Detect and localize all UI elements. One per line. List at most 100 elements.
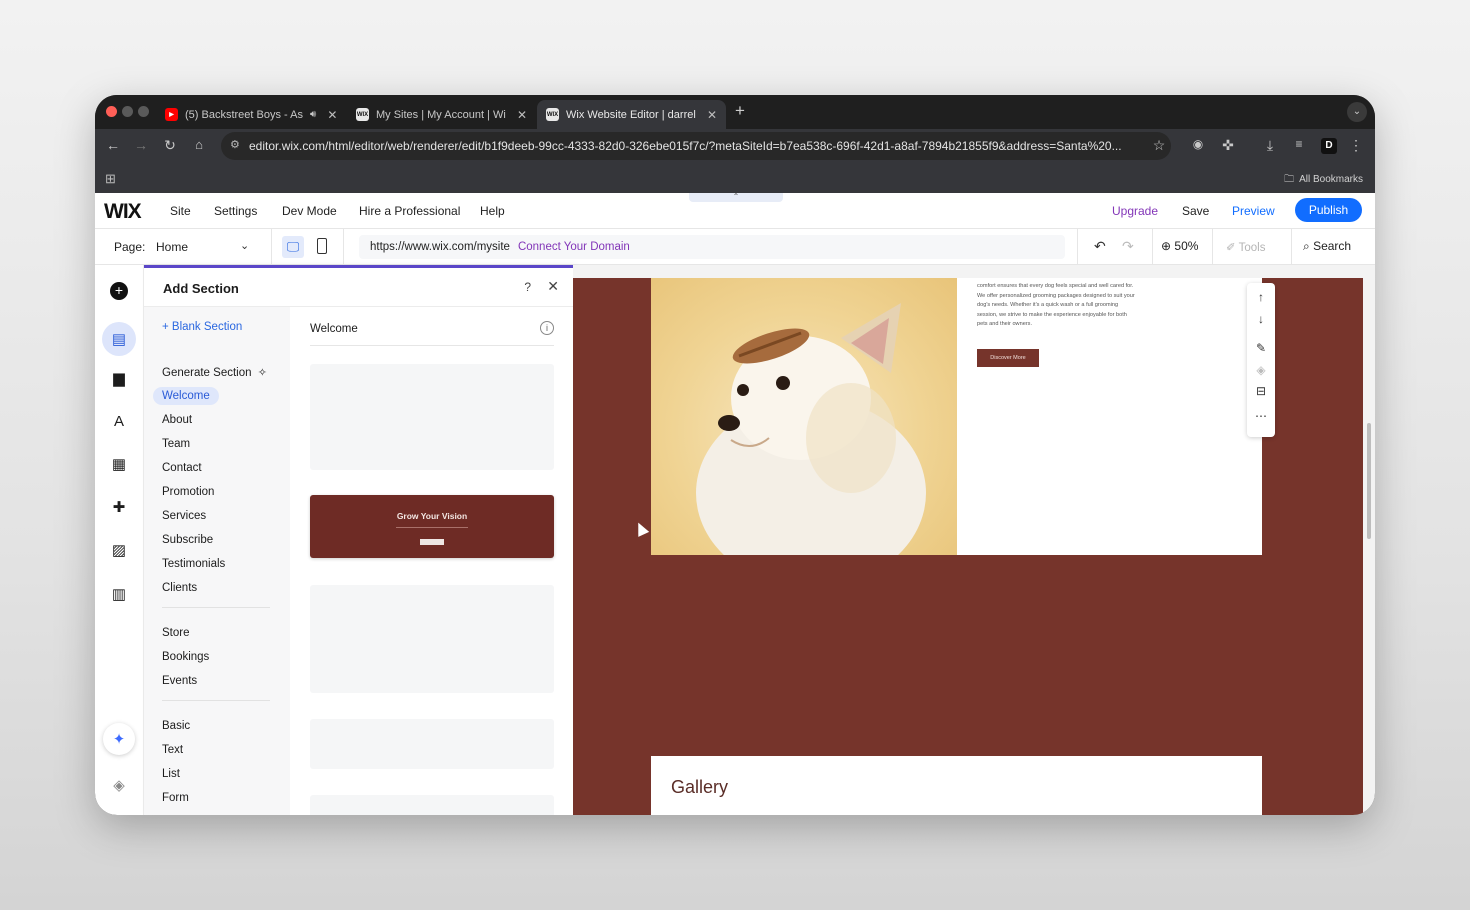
profile-avatar[interactable]: D [1321,138,1337,154]
section-preview-card[interactable] [310,585,554,693]
save-button[interactable]: Save [1182,204,1209,218]
gallery-title[interactable]: Gallery [671,777,728,798]
search-button[interactable]: ⌕ Search [1303,239,1351,254]
all-bookmarks-folder[interactable]: 🗀︎ All Bookmarks [1284,172,1363,189]
apps-grid-icon[interactable]: ⊞ [105,171,116,187]
canvas-scrollbar[interactable] [1367,423,1371,539]
category-bookings[interactable]: Bookings [162,651,209,663]
close-tab-icon[interactable]: ✕ [517,108,527,122]
more-options-icon[interactable]: ⋯ [1247,409,1275,423]
zoom-control[interactable]: ⊕ 50% [1161,239,1198,253]
layers-icon[interactable]: ◈ [107,773,131,797]
category-events[interactable]: Events [162,675,197,687]
close-tab-icon[interactable]: ✕ [327,108,337,122]
generate-section-button[interactable]: Generate Section ✧ [162,366,267,379]
mobile-view-icon[interactable] [317,238,327,254]
discover-more-button[interactable]: Discover More [977,349,1039,367]
category-promotion[interactable]: Promotion [162,486,214,498]
layout-icon[interactable]: ⊟ [1247,384,1275,398]
wix-logo[interactable]: WIX [104,200,142,224]
reload-icon[interactable]: ↻ [161,137,179,154]
extensions-puzzle-icon[interactable]: ✜ [1219,137,1237,154]
category-store[interactable]: Store [162,627,190,639]
menu-help[interactable]: Help [480,204,505,218]
preview-card-title: Grow Your Vision [396,511,468,521]
close-icon[interactable]: ✕ [547,278,559,295]
section-preview-card[interactable] [310,795,554,815]
upgrade-link[interactable]: Upgrade [1112,204,1158,218]
minimize-window-button[interactable] [122,106,133,117]
undo-icon[interactable]: ↶ [1094,238,1106,255]
media-control-icon[interactable]: ≡ [1290,137,1308,151]
info-icon[interactable]: i [540,321,554,335]
media-icon[interactable]: ▨ [107,538,131,562]
help-icon[interactable]: ? [524,280,531,294]
business-apps-icon[interactable]: ✚ [107,495,131,519]
preview-button[interactable]: Preview [1232,204,1275,218]
category-subscribe[interactable]: Subscribe [162,534,213,546]
browser-tab-youtube[interactable]: ▶ (5) Backstreet Boys - As l 🔊︎ ✕ [156,100,346,129]
back-arrow-icon[interactable]: ← [104,137,122,153]
category-team[interactable]: Team [162,438,190,450]
add-section-icon[interactable]: ▤ [107,327,131,351]
category-contact[interactable]: Contact [162,462,202,474]
download-icon[interactable]: ⤓ [1261,137,1279,154]
hero-dog-image[interactable] [651,278,957,555]
category-text[interactable]: Text [162,744,183,756]
tab-search-chevron-icon[interactable]: ⌄ [1347,102,1367,122]
new-tab-button[interactable]: + [735,101,745,121]
edit-pencil-icon[interactable]: ✎ [1247,341,1275,355]
category-services[interactable]: Services [162,510,206,522]
category-list[interactable]: List [162,768,180,780]
left-rail: + ▤ ▆ A ▦ ✚ ▨ ▥ ✦ ◈ [95,265,144,815]
hero-text-card[interactable]: comfort ensures that every dog feels spe… [957,278,1262,555]
apps-icon[interactable]: ▦ [107,452,131,476]
maximize-window-button[interactable] [138,106,149,117]
add-elements-icon[interactable]: + [107,279,131,303]
tools-button[interactable]: ✐ Tools [1226,240,1266,254]
menu-hire-professional[interactable]: Hire a Professional [359,204,460,218]
menu-settings[interactable]: Settings [214,204,257,218]
more-menu-icon[interactable]: ⋮ [1347,137,1365,154]
bookmark-star-icon[interactable]: ☆ [1150,137,1168,154]
layers-icon[interactable]: ◈ [1247,363,1275,377]
blank-section-button[interactable]: + Blank Section [162,321,242,333]
menu-site[interactable]: Site [170,204,191,218]
design-icon[interactable]: A [107,409,131,433]
browser-tab-my-sites[interactable]: WIX My Sites | My Account | Wix.c ✕ [347,100,536,129]
category-welcome[interactable]: Welcome [153,387,219,405]
browser-tab-wix-editor[interactable]: WIX Wix Website Editor | darrels- ✕ [537,100,727,129]
page-selector[interactable]: Home ⌄ [156,229,268,265]
forward-arrow-icon[interactable]: → [132,137,150,153]
category-form[interactable]: Form [162,792,189,804]
home-icon[interactable]: ⌂ [190,137,208,152]
category-basic[interactable]: Basic [162,720,190,732]
section-preview-card[interactable] [310,719,554,769]
redo-icon[interactable]: ↷ [1122,238,1134,255]
category-testimonials[interactable]: Testimonials [162,558,225,570]
gallery-section[interactable]: Gallery [651,756,1262,815]
address-bar[interactable]: ⚙︎ editor.wix.com/html/editor/web/render… [221,132,1171,160]
folder-icon: 🗀︎ [1284,174,1295,185]
move-up-icon[interactable]: ↑ [1247,290,1275,304]
connect-domain-link[interactable]: Connect Your Domain [518,241,630,253]
collapse-handle[interactable]: ⌃ [689,193,783,202]
publish-button[interactable]: Publish [1295,198,1362,222]
category-about[interactable]: About [162,414,192,426]
section-preview-card[interactable]: Grow Your Vision [310,495,554,558]
section-preview-card[interactable] [310,364,554,470]
hero-paragraph[interactable]: comfort ensures that every dog feels spe… [977,282,1137,330]
camera-extension-icon[interactable]: ◉ [1189,137,1207,151]
cms-icon[interactable]: ▥ [107,582,131,606]
menu-dev-mode[interactable]: Dev Mode [282,204,337,218]
close-tab-icon[interactable]: ✕ [707,108,717,122]
close-window-button[interactable] [106,106,117,117]
ai-assistant-icon[interactable]: ✦ [103,723,135,755]
category-clients[interactable]: Clients [162,582,197,594]
site-settings-icon[interactable]: ⚙︎ [230,138,240,151]
site-section[interactable]: comfort ensures that every dog feels spe… [573,278,1363,815]
editor-canvas[interactable]: comfort ensures that every dog feels spe… [573,265,1375,815]
desktop-view-icon[interactable]: 🖵︎ [282,236,304,258]
move-down-icon[interactable]: ↓ [1247,312,1275,326]
pages-icon[interactable]: ▆ [107,366,131,390]
